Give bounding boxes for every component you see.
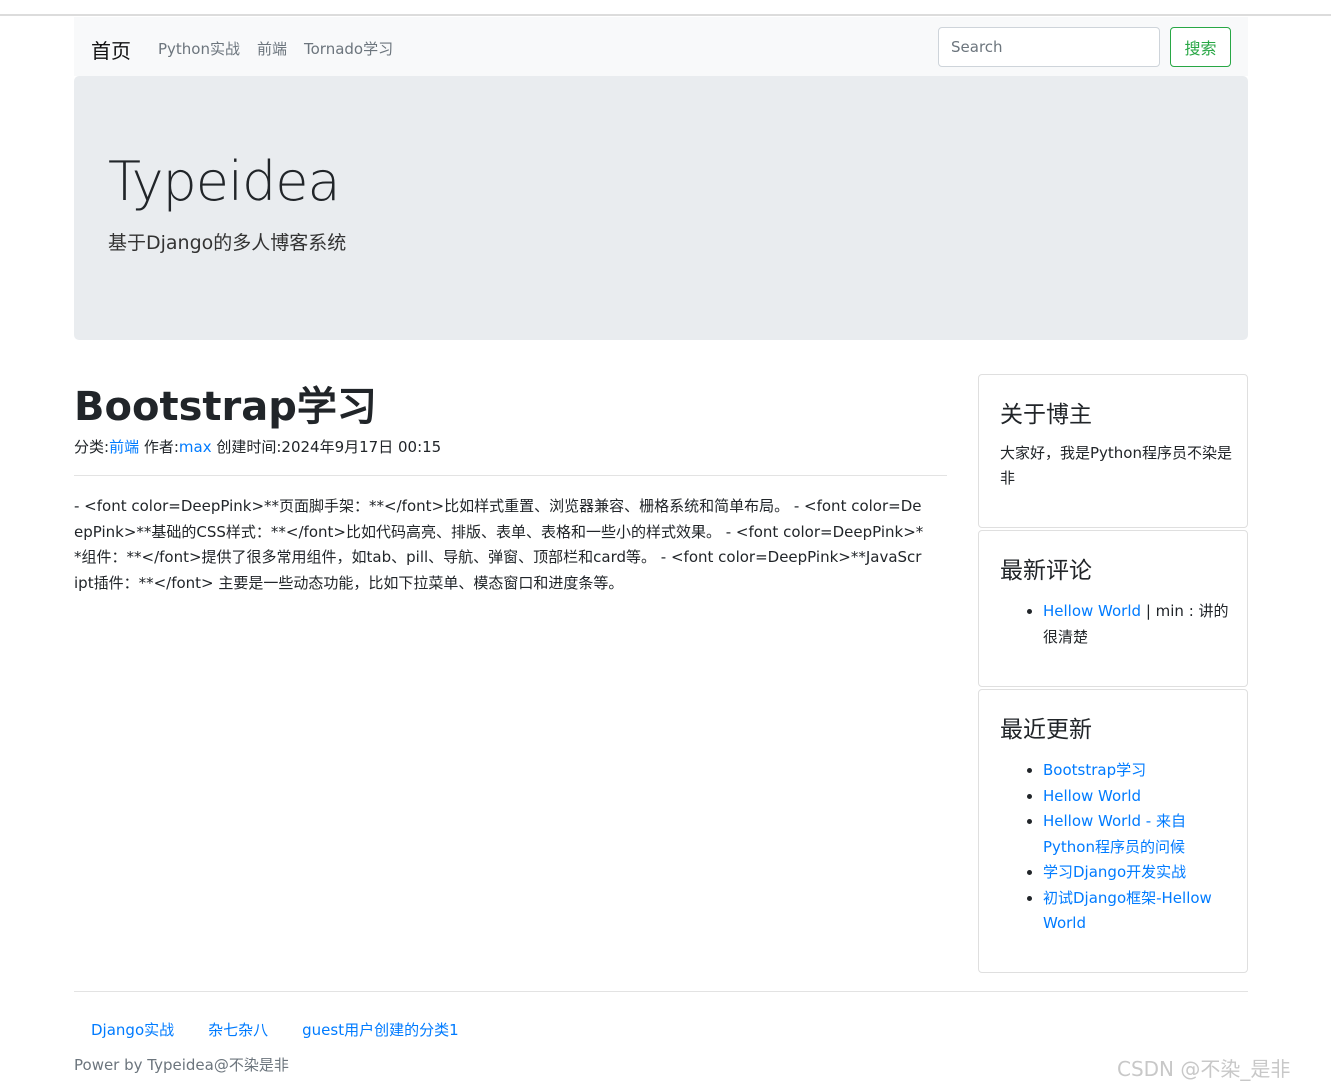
- nav-home-link[interactable]: 首页: [91, 35, 131, 64]
- top-border: [0, 14, 1331, 16]
- comment-post-link[interactable]: Hellow World: [1043, 602, 1141, 620]
- search-button[interactable]: 搜索: [1170, 27, 1231, 67]
- post-divider: [74, 475, 947, 476]
- recent-card: 最近更新 Bootstrap学习 Hellow World Hellow Wor…: [978, 689, 1248, 973]
- footer-link-django[interactable]: Django实战: [91, 1019, 174, 1040]
- recent-item: Hellow World: [1043, 784, 1232, 810]
- category-label: 分类:: [74, 438, 110, 456]
- comment-item: Hellow World | min : 讲的很清楚: [1043, 599, 1232, 650]
- author-label: 作者:: [139, 438, 179, 456]
- about-text: 大家好，我是Python程序员不染是非: [1000, 444, 1232, 487]
- footer-link-misc[interactable]: 杂七杂八: [208, 1019, 268, 1040]
- recent-item: Bootstrap学习: [1043, 758, 1232, 784]
- site-subtitle: 基于Django的多人博客系统: [108, 232, 347, 254]
- recent-link-bootstrap[interactable]: Bootstrap学习: [1043, 761, 1146, 779]
- author-link[interactable]: max: [179, 438, 212, 456]
- recent-link-django-intro[interactable]: 初试Django框架-Hellow World: [1043, 889, 1212, 933]
- nav-link-python[interactable]: Python实战: [158, 38, 240, 59]
- recent-item: Hellow World - 来自Python程序员的问候: [1043, 809, 1232, 860]
- comments-card: 最新评论 Hellow World | min : 讲的很清楚: [978, 530, 1248, 687]
- recent-list: Bootstrap学习 Hellow World Hellow World - …: [1000, 758, 1232, 937]
- footer-category-links: Django实战 杂七杂八 guest用户创建的分类1: [91, 1019, 493, 1040]
- created-label: 创建时间:: [211, 438, 282, 456]
- footer-divider: [74, 991, 1248, 992]
- post-meta: 分类:前端 作者:max 创建时间:2024年9月17日 00:15: [74, 436, 441, 457]
- about-card: 关于博主 大家好，我是Python程序员不染是非: [978, 374, 1248, 528]
- recent-item: 初试Django框架-Hellow World: [1043, 886, 1232, 937]
- nav-link-frontend[interactable]: 前端: [257, 38, 287, 59]
- category-link[interactable]: 前端: [109, 438, 139, 456]
- recent-link-django-practice[interactable]: 学习Django开发实战: [1043, 863, 1186, 881]
- created-date: 2024年9月17日 00:15: [281, 438, 442, 456]
- search-input[interactable]: [938, 27, 1160, 67]
- powered-by: Power by Typeidea@不染是非: [74, 1056, 289, 1074]
- footer-link-guest[interactable]: guest用户创建的分类1: [302, 1019, 459, 1040]
- navbar: 首页 Python实战 前端 Tornado学习 搜索: [74, 17, 1248, 76]
- comments-list: Hellow World | min : 讲的很清楚: [1000, 599, 1232, 650]
- recent-link-hellow-world[interactable]: Hellow World: [1043, 787, 1141, 805]
- recent-item: 学习Django开发实战: [1043, 860, 1232, 886]
- post-body: - <font color=DeepPink>**页面脚手架：**</font>…: [74, 497, 924, 592]
- nav-link-tornado[interactable]: Tornado学习: [304, 38, 393, 59]
- nav-links: Python实战 前端 Tornado学习: [158, 38, 410, 59]
- csdn-watermark: CSDN @不染_是非: [1117, 1057, 1291, 1081]
- about-title: 关于博主: [1000, 402, 1092, 428]
- recent-link-hellow-world-greeting[interactable]: Hellow World - 来自Python程序员的问候: [1043, 812, 1186, 856]
- recent-title: 最近更新: [1000, 717, 1092, 743]
- jumbotron: Typeidea 基于Django的多人博客系统: [74, 76, 1248, 340]
- comments-title: 最新评论: [1000, 558, 1092, 584]
- site-title: Typeidea: [108, 150, 341, 213]
- post-title: Bootstrap学习: [74, 384, 377, 430]
